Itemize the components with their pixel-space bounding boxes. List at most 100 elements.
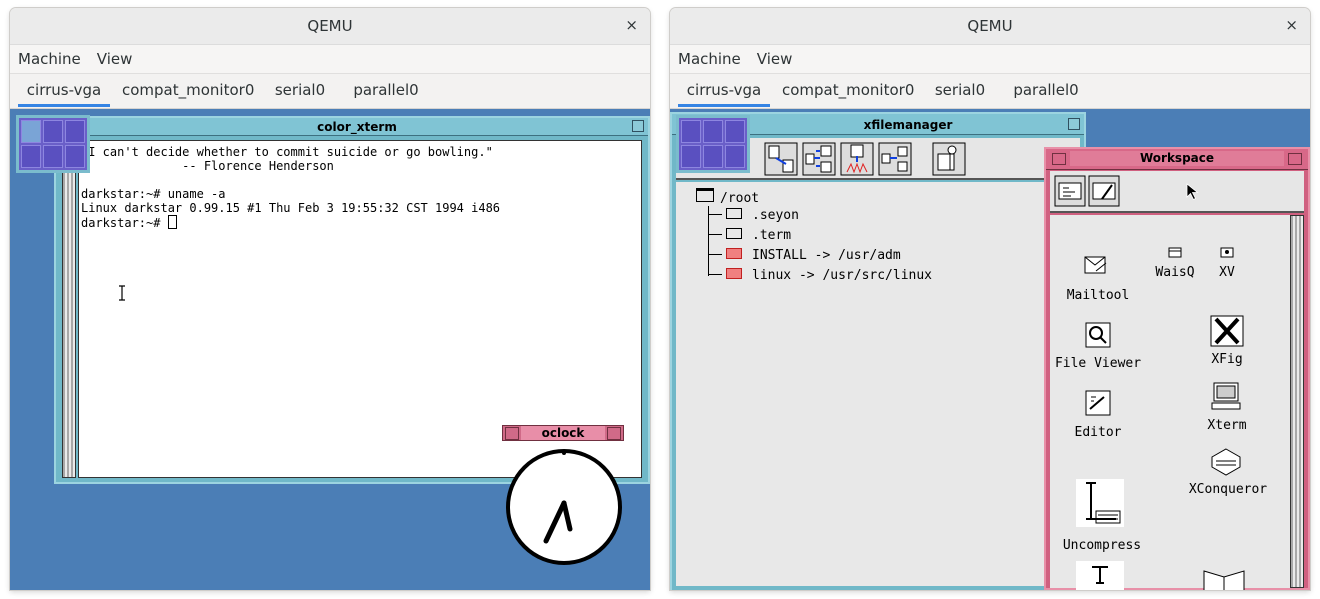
tab-compat-monitor0[interactable]: compat_monitor0 <box>122 74 254 107</box>
tab-compat-monitor0[interactable]: compat_monitor0 <box>782 74 914 107</box>
close-icon[interactable]: × <box>1285 16 1298 34</box>
virtual-desktop-pager[interactable] <box>676 115 750 173</box>
terminal-prompt: darkstar:~# <box>81 216 168 230</box>
titlebar[interactable]: QEMU × <box>670 8 1310 45</box>
text-cursor <box>167 215 177 229</box>
editor-label: Editor <box>1074 425 1122 440</box>
book-icon[interactable] <box>1200 563 1248 590</box>
xfilemanager-window[interactable]: xfilemanager /root .seyon .term INSTALL … <box>670 112 1086 590</box>
xterm-title: color_xterm <box>317 120 397 134</box>
virtual-desktop-pager[interactable] <box>16 115 90 173</box>
pager-cell[interactable] <box>725 120 745 143</box>
vm-display[interactable]: xfilemanager /root .seyon .term INSTALL … <box>670 109 1310 590</box>
workspace-title: Workspace <box>1070 151 1284 166</box>
menu-view[interactable]: View <box>749 45 801 68</box>
pager-cell[interactable] <box>21 145 41 168</box>
scrollbar[interactable] <box>62 140 76 478</box>
pager-cell[interactable] <box>65 120 85 143</box>
tab-serial0[interactable]: serial0 <box>268 74 332 107</box>
oclock-max-button[interactable] <box>607 427 621 440</box>
pager-cell[interactable] <box>703 120 723 143</box>
maximize-button[interactable] <box>1068 118 1080 130</box>
tree-item-seyon[interactable]: .seyon <box>708 208 799 223</box>
tab-serial0[interactable]: serial0 <box>928 74 992 107</box>
oclock-titlebar[interactable]: oclock <box>502 425 624 441</box>
workspace-icon-area[interactable]: Mailtool WaisQ XV File Viewer XFig Edito… <box>1050 215 1290 590</box>
pager-cell[interactable] <box>43 120 63 143</box>
pager-cell[interactable] <box>725 145 745 168</box>
qemu-window-left: QEMU × Machine View cirrus-vga compat_mon… <box>10 8 650 590</box>
terminal-line: "I can't decide whether to commit suicid… <box>81 145 493 159</box>
editor-icon[interactable] <box>1084 389 1112 417</box>
open-icon[interactable] <box>1054 175 1086 207</box>
menu-view[interactable]: View <box>89 45 141 68</box>
terminal-text: "I can't decide whether to commit suicid… <box>81 145 500 230</box>
tab-parallel0[interactable]: parallel0 <box>348 74 424 107</box>
tree-item-root[interactable]: /root <box>696 188 759 206</box>
oclock-title: oclock <box>521 426 605 440</box>
vm-display[interactable]: color_xterm "I can't decide whether to c… <box>10 109 650 590</box>
workspace-menu-button[interactable] <box>1052 153 1066 165</box>
edit-icon[interactable] <box>1088 175 1120 207</box>
info-icon[interactable] <box>932 142 966 176</box>
tab-parallel0[interactable]: parallel0 <box>1008 74 1084 107</box>
xfig-label: XFig <box>1211 352 1243 367</box>
move-file-icon[interactable] <box>802 142 836 176</box>
folder-icon <box>726 228 742 239</box>
file-viewer-icon[interactable] <box>1084 321 1112 349</box>
uncompress-label: Uncompress <box>1062 538 1142 553</box>
titlebar[interactable]: QEMU × <box>10 8 650 45</box>
xv-icon[interactable] <box>1220 247 1234 259</box>
tree-connector <box>708 234 722 235</box>
xfig-icon[interactable] <box>1210 315 1244 347</box>
xterm-icon[interactable] <box>1210 381 1242 411</box>
tree-connector <box>708 254 722 255</box>
copy-file-icon[interactable] <box>764 142 798 176</box>
window-title: QEMU <box>967 17 1013 35</box>
xfm-title: xfilemanager <box>863 118 953 132</box>
tabbar: cirrus-vga compat_monitor0 serial0 paral… <box>10 74 650 109</box>
tab-cirrus-vga[interactable]: cirrus-vga <box>678 74 770 107</box>
tree-item-label: linux -> /usr/src/linux <box>752 268 933 283</box>
uncompress-icon[interactable] <box>1076 479 1124 527</box>
tree-item-linux[interactable]: linux -> /usr/src/linux <box>708 268 932 283</box>
workspace-max-button[interactable] <box>1288 153 1302 165</box>
waisq-icon[interactable] <box>1168 247 1182 259</box>
workspace-titlebar[interactable]: Workspace <box>1046 149 1308 170</box>
menu-machine[interactable]: Machine <box>10 45 89 68</box>
pager-cell[interactable] <box>681 145 701 168</box>
xconqueror-icon[interactable] <box>1210 447 1242 477</box>
xv-label: XV <box>1219 265 1235 280</box>
pager-cell[interactable] <box>65 145 85 168</box>
xfm-tree[interactable]: /root .seyon .term INSTALL -> /usr/adm l… <box>676 182 1080 586</box>
link-file-icon[interactable] <box>878 142 912 176</box>
tree-item-term[interactable]: .term <box>708 228 791 243</box>
menu-machine[interactable]: Machine <box>670 45 749 68</box>
tab-cirrus-vga[interactable]: cirrus-vga <box>18 74 110 107</box>
xconqueror-label: XConqueror <box>1188 482 1268 497</box>
window-title: QEMU <box>307 17 353 35</box>
oclock-menu-button[interactable] <box>505 427 519 440</box>
maximize-button[interactable] <box>632 120 644 132</box>
qemu-window-right: QEMU × Machine View cirrus-vga compat_mon… <box>670 8 1310 590</box>
delete-file-icon[interactable] <box>840 142 874 176</box>
menubar: Machine View <box>670 45 1310 74</box>
folder-open-icon <box>696 188 714 202</box>
pager-cell[interactable] <box>681 120 701 143</box>
tap-icon[interactable] <box>1076 561 1124 590</box>
workspace-window[interactable]: Workspace Mailtool WaisQ XV File Viewer … <box>1044 147 1310 590</box>
scrollbar[interactable] <box>1290 215 1304 588</box>
pager-cell[interactable] <box>703 145 723 168</box>
close-icon[interactable]: × <box>625 16 638 34</box>
symlink-folder-icon <box>726 268 742 279</box>
tree-item-install[interactable]: INSTALL -> /usr/adm <box>708 248 901 263</box>
pager-cell[interactable] <box>21 120 41 143</box>
menubar: Machine View <box>10 45 650 74</box>
mouse-pointer-icon <box>1186 183 1199 201</box>
mailtool-icon[interactable] <box>1082 251 1110 279</box>
tree-item-label: .seyon <box>752 208 799 223</box>
workspace-toolbar <box>1050 171 1304 213</box>
pager-cell[interactable] <box>43 145 63 168</box>
terminal-line: Linux darkstar 0.99.15 #1 Thu Feb 3 19:5… <box>81 201 501 215</box>
